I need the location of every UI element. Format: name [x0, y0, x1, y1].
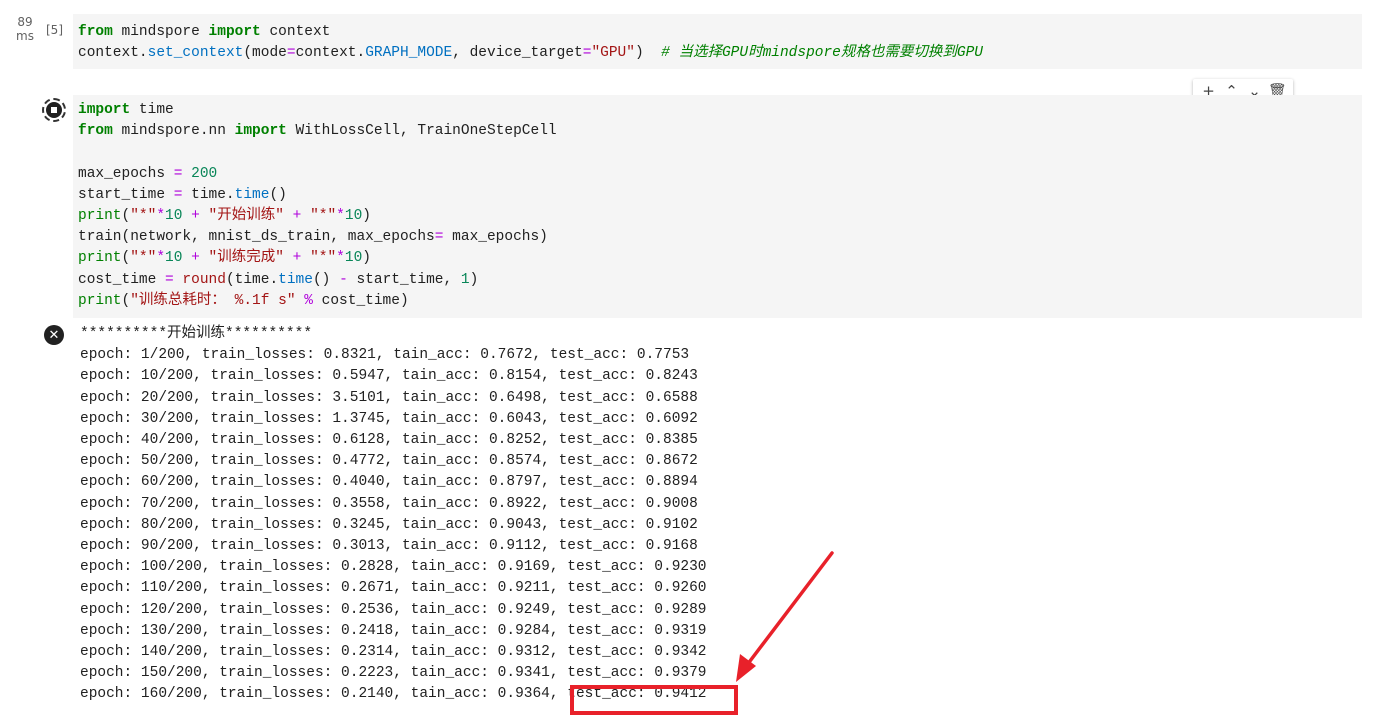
- annotation-arrow: [736, 551, 834, 682]
- arrow-shaft: [745, 551, 834, 667]
